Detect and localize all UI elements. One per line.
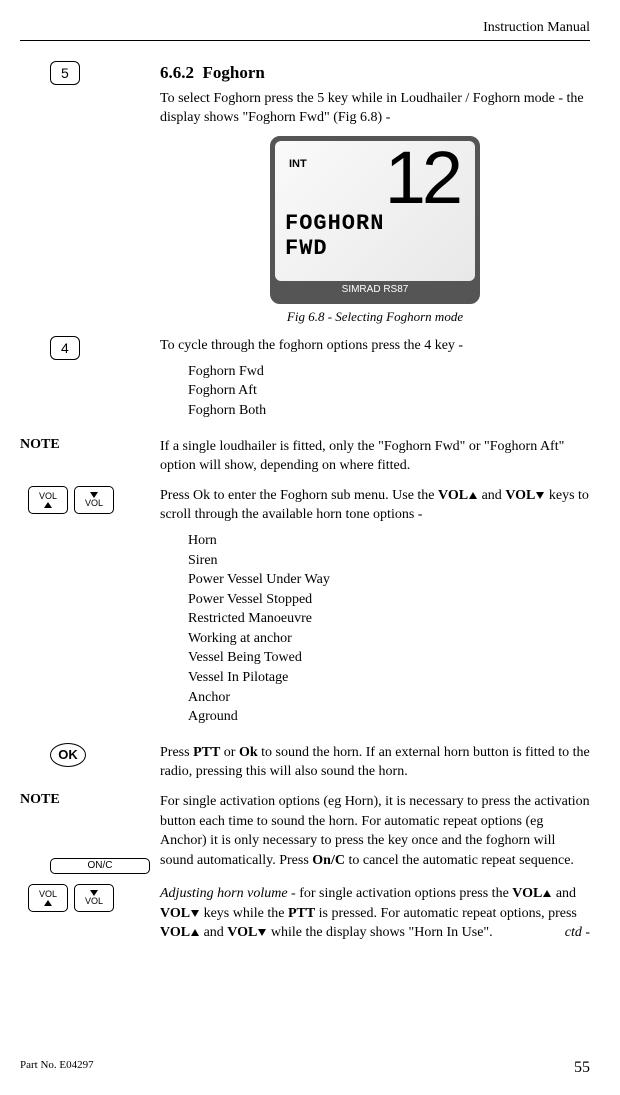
key-5: 5 — [50, 61, 80, 85]
triangle-up-icon — [191, 929, 199, 936]
lcd-channel: 12 — [285, 147, 465, 210]
fig-caption: Fig 6.8 - Selecting Foghorn mode — [160, 308, 590, 326]
submenu-para: Press Ok to enter the Foghorn sub menu. … — [160, 488, 589, 523]
list-item: Vessel Being Towed — [188, 648, 590, 668]
footer: Part No. E04297 55 — [20, 1059, 590, 1077]
key-vol-up: VOL — [28, 884, 68, 912]
triangle-down-icon — [258, 929, 266, 936]
note2-para: For single activation options (eg Horn),… — [160, 792, 590, 874]
list-item: Foghorn Aft — [188, 381, 590, 401]
section-intro: To select Foghorn press the 5 key while … — [160, 89, 590, 128]
adjust-para: Adjusting horn volume - for single activ… — [160, 884, 590, 943]
triangle-down-icon — [536, 492, 544, 499]
list-item: Vessel In Pilotage — [188, 668, 590, 688]
note-label: NOTE — [20, 437, 60, 452]
top-rule — [20, 40, 590, 41]
list-item: Foghorn Both — [188, 401, 590, 421]
vol-label: VOL — [39, 890, 57, 899]
triangle-down-icon — [191, 910, 199, 917]
part-number: Part No. E04297 — [20, 1059, 94, 1077]
foghorn-options-list: Foghorn Fwd Foghorn Aft Foghorn Both — [188, 362, 590, 421]
section-title: 6.6.2 Foghorn — [160, 61, 590, 85]
list-item: Foghorn Fwd — [188, 362, 590, 382]
triangle-up-icon — [543, 890, 551, 897]
key-vol-down: VOL — [74, 884, 114, 912]
list-item: Aground — [188, 707, 590, 727]
list-item: Siren — [188, 551, 590, 571]
vol-label: VOL — [85, 499, 103, 508]
list-item: Horn — [188, 531, 590, 551]
vol-label: VOL — [39, 492, 57, 501]
triangle-down-icon — [90, 492, 98, 498]
lcd-int-label: INT — [289, 157, 307, 172]
section-number: 6.6.2 — [160, 63, 194, 82]
cycle-text: To cycle through the foghorn options pre… — [160, 336, 590, 356]
page-number: 55 — [574, 1059, 590, 1077]
key-ok: OK — [50, 743, 86, 767]
tone-options-list: Horn Siren Power Vessel Under Way Power … — [188, 531, 590, 727]
key-vol-up: VOL — [28, 486, 68, 514]
list-item: Anchor — [188, 688, 590, 708]
vol-label: VOL — [85, 897, 103, 906]
lcd-figure: INT 12 FOGHORN FWD SIMRAD RS87 — [160, 136, 590, 304]
triangle-up-icon — [44, 502, 52, 508]
list-item: Working at anchor — [188, 629, 590, 649]
ctd: ctd - — [565, 923, 590, 943]
list-item: Power Vessel Stopped — [188, 590, 590, 610]
list-item: Power Vessel Under Way — [188, 570, 590, 590]
note1-text: If a single loudhailer is fitted, only t… — [160, 437, 590, 476]
ptt-para: Press PTT or Ok to sound the horn. If an… — [160, 743, 590, 782]
triangle-up-icon — [469, 492, 477, 499]
key-vol-down: VOL — [74, 486, 114, 514]
section-name: Foghorn — [203, 63, 265, 82]
key-onc: ON/C — [50, 858, 150, 874]
key-4: 4 — [50, 336, 80, 360]
lcd-line2: FWD — [285, 237, 465, 260]
triangle-up-icon — [44, 900, 52, 906]
header-title: Instruction Manual — [20, 20, 590, 36]
list-item: Restricted Manoeuvre — [188, 609, 590, 629]
note-label: NOTE — [20, 792, 150, 808]
lcd-brand: SIMRAD RS87 — [275, 281, 475, 299]
